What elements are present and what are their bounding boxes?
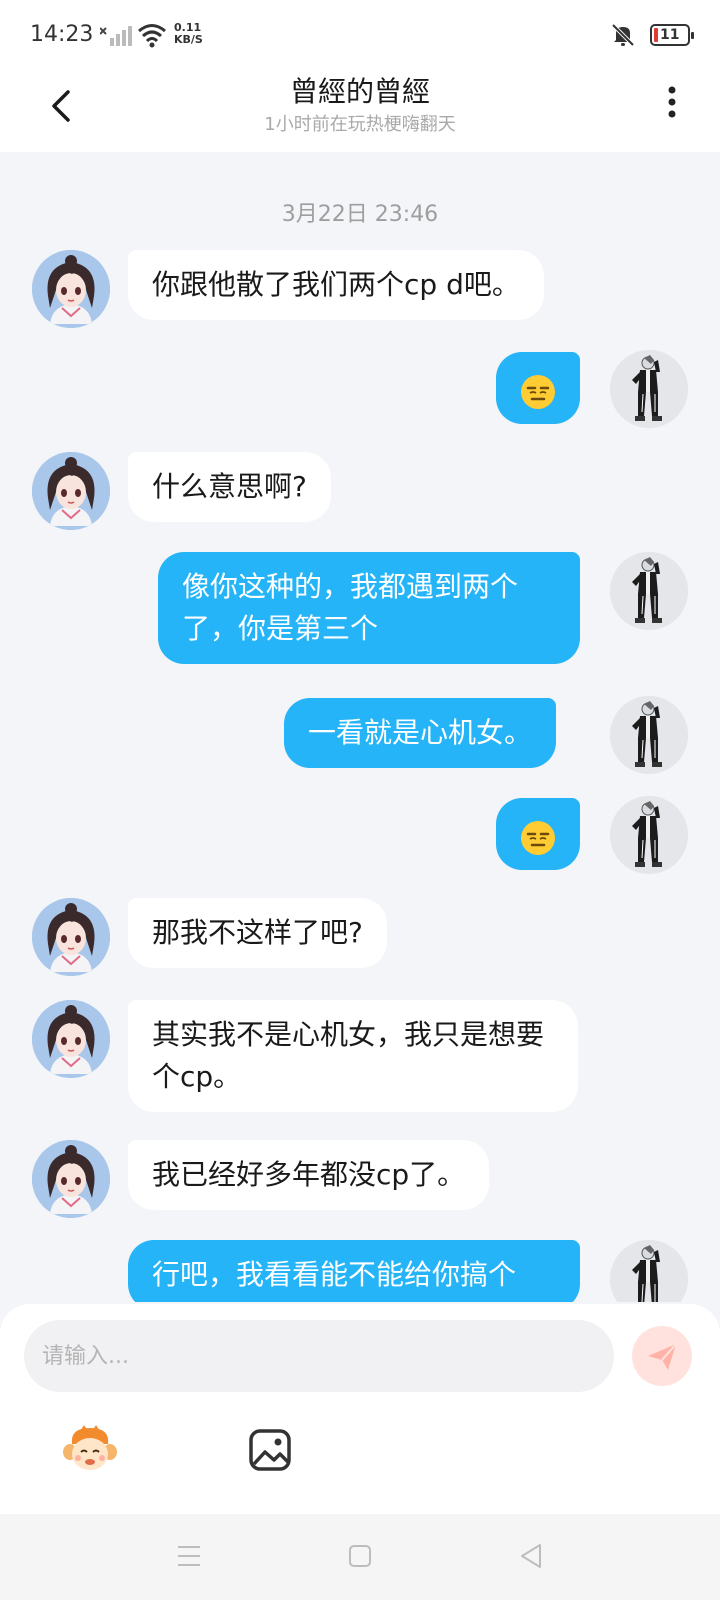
my-avatar[interactable] — [610, 796, 688, 874]
chat-header: 曾經的曾經 1小时前在玩热梗嗨翻天 — [0, 70, 720, 152]
contact-avatar[interactable] — [32, 1000, 110, 1078]
contact-avatar[interactable] — [32, 898, 110, 976]
more-vertical-icon[interactable] — [660, 84, 684, 124]
status-bar: 14:23 0.11 KB/S 11 — [0, 0, 720, 70]
network-speed: 0.11 KB/S — [174, 22, 203, 46]
contact-avatar[interactable] — [32, 452, 110, 530]
received-message-bubble[interactable]: 什么意思啊? — [128, 452, 331, 522]
my-avatar[interactable] — [610, 696, 688, 774]
system-nav-bar — [0, 1514, 720, 1600]
sent-message-bubble[interactable]: 行吧，我看看能不能给你搞个 — [128, 1240, 580, 1302]
network-speed-unit: KB/S — [174, 33, 203, 46]
wifi-icon — [138, 24, 166, 48]
received-message-bubble[interactable]: 其实我不是心机女，我只是想要个cp。 — [128, 1000, 578, 1112]
image-icon[interactable] — [248, 1428, 292, 1472]
received-message-bubble[interactable]: 我已经好多年都没cp了。 — [128, 1140, 490, 1210]
expressionless-face-icon — [520, 374, 556, 410]
contact-status: 1小时前在玩热梗嗨翻天 — [264, 114, 456, 135]
composer — [0, 1304, 720, 1514]
sent-message-bubble[interactable]: 像你这种的，我都遇到两个了，你是第三个 — [158, 552, 580, 664]
send-button[interactable] — [632, 1326, 692, 1386]
my-avatar[interactable] — [610, 552, 688, 630]
recent-apps-icon[interactable] — [176, 1544, 202, 1568]
message-input[interactable] — [24, 1320, 614, 1392]
message-list[interactable]: 3月22日 23:46 你跟他散了我们两个cp d吧。 什么意思啊? 像你这种的… — [0, 152, 720, 1302]
received-message-bubble[interactable]: 那我不这样了吧? — [128, 898, 387, 968]
sent-emoji-bubble[interactable] — [496, 352, 580, 424]
contact-name: 曾經的曾經 — [289, 75, 430, 108]
contact-avatar[interactable] — [32, 250, 110, 328]
bell-muted-icon — [611, 23, 635, 47]
my-avatar[interactable] — [610, 350, 688, 428]
battery-level — [654, 28, 658, 42]
message-timestamp: 3月22日 23:46 — [281, 202, 439, 227]
sent-message-bubble[interactable]: 一看就是心机女。 — [284, 698, 557, 768]
expressionless-face-icon — [520, 820, 556, 856]
contact-avatar[interactable] — [32, 1140, 110, 1218]
status-time: 14:23 — [30, 22, 94, 47]
signal-icon — [100, 26, 132, 46]
received-message-bubble[interactable]: 你跟他散了我们两个cp d吧。 — [128, 250, 544, 320]
battery-text: 11 — [660, 27, 680, 43]
my-avatar[interactable] — [610, 1240, 688, 1302]
battery-icon: 11 — [650, 24, 694, 46]
monkey-sticker-icon[interactable] — [62, 1424, 118, 1474]
sent-emoji-bubble[interactable] — [496, 798, 580, 870]
home-icon[interactable] — [348, 1544, 372, 1568]
send-icon — [648, 1343, 677, 1370]
back-triangle-icon[interactable] — [518, 1542, 544, 1570]
